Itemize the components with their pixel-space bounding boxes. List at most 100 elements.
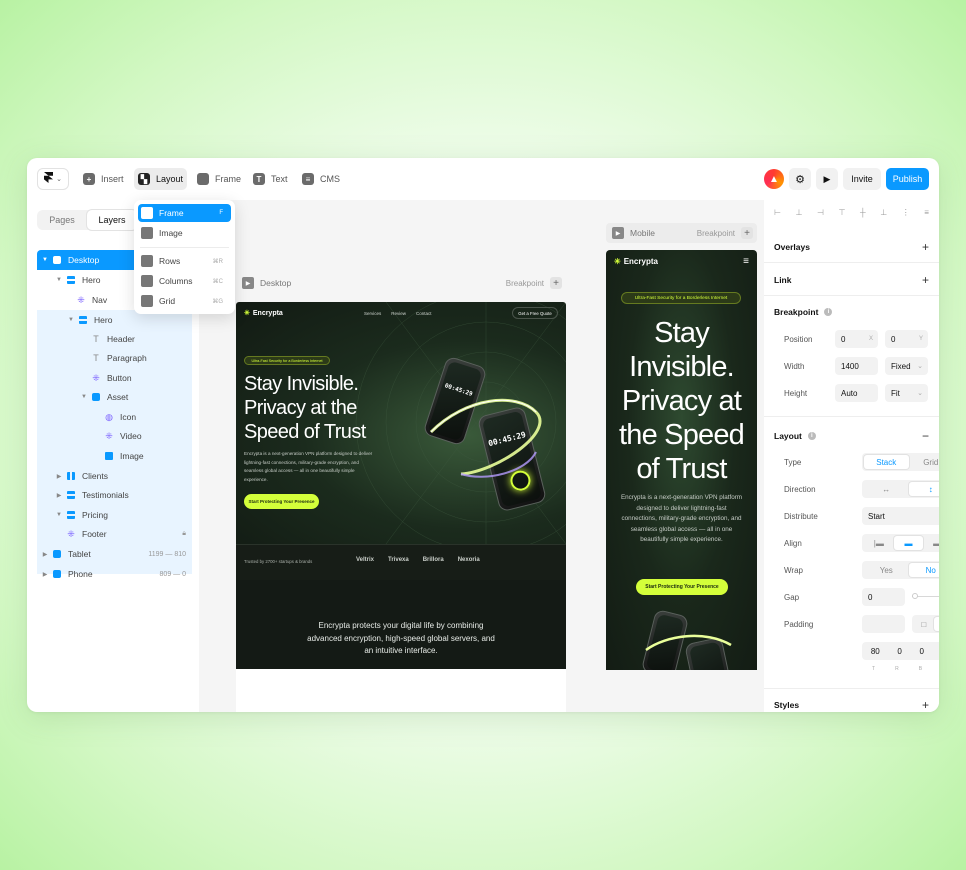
tab-layers[interactable]: Layers <box>87 210 137 230</box>
layer-pricing[interactable]: ▼ Pricing <box>37 505 192 525</box>
tab-pages[interactable]: Pages <box>37 210 87 230</box>
distribute-h-icon[interactable]: ⋮ <box>902 208 910 222</box>
chevron-right-icon[interactable]: ▶ <box>41 571 49 578</box>
section-title: Styles <box>774 700 800 710</box>
padding-individual-icon[interactable]: ⬚ <box>933 617 939 631</box>
padding-top-value[interactable]: 80 <box>871 647 880 656</box>
type-option-stack[interactable]: Stack <box>864 455 909 469</box>
chevron-down-icon[interactable]: ▼ <box>41 257 49 263</box>
menu-item-columns[interactable]: Columns ⌘C <box>138 272 231 290</box>
chevron-right-icon[interactable]: ▶ <box>55 492 63 499</box>
frame-tool[interactable]: Frame <box>193 168 245 190</box>
align-start-icon[interactable]: |▬ <box>864 536 894 550</box>
gap-input[interactable]: 0 <box>862 588 905 606</box>
play-icon[interactable]: ▶ <box>612 227 624 239</box>
add-breakpoint-icon[interactable]: + <box>550 277 562 289</box>
layer-image[interactable]: Image <box>37 446 192 466</box>
desktop-frame[interactable]: ✳ Encrypta Services Review Contact Get a… <box>236 302 566 712</box>
user-avatar[interactable]: ▲ <box>764 169 784 189</box>
type-option-grid[interactable]: Grid <box>909 455 940 469</box>
gap-slider[interactable] <box>912 593 939 599</box>
layer-paragraph[interactable]: T Paragraph <box>37 348 192 368</box>
menu-item-image[interactable]: Image <box>138 224 231 242</box>
layer-phone[interactable]: ▶ Phone 809 — 0 <box>37 564 192 584</box>
padding-uniform-icon[interactable]: □ <box>914 617 934 631</box>
padding-right-value[interactable]: 0 <box>897 647 901 656</box>
align-center-v-icon[interactable]: ┼ <box>860 208 866 222</box>
layer-icon[interactable]: ◍ Icon <box>37 407 192 427</box>
arrow-horizontal-icon[interactable]: ↔ <box>864 482 909 496</box>
add-breakpoint-icon[interactable]: + <box>741 227 753 239</box>
layer-video[interactable]: ⁜ Video <box>37 426 192 446</box>
menu-item-grid[interactable]: Grid ⌘G <box>138 292 231 310</box>
chevron-down-icon[interactable]: ▼ <box>80 394 88 400</box>
wrap-option-no[interactable]: No <box>908 563 939 577</box>
distribute-v-icon[interactable]: ≡ <box>924 208 929 222</box>
position-y-input[interactable]: 0 Y <box>885 330 928 348</box>
cms-tool[interactable]: ≡ CMS <box>298 168 344 190</box>
publish-button[interactable]: Publish <box>886 168 929 190</box>
desktop-breakpoint-bar[interactable]: ▶ Desktop Breakpoint + <box>236 273 566 293</box>
chevron-right-icon[interactable]: ▶ <box>41 551 49 558</box>
width-mode-select[interactable]: Fixed ⌄ <box>885 357 928 375</box>
position-x-input[interactable]: 0 X <box>835 330 878 348</box>
play-icon[interactable]: ▶ <box>242 277 254 289</box>
section-title: Overlays <box>774 242 810 252</box>
align-top-icon[interactable]: ⊤ <box>839 208 846 222</box>
align-bottom-icon[interactable]: ⊥ <box>880 208 887 222</box>
distribute-select[interactable]: Start ⌄ <box>862 507 939 525</box>
layer-footer[interactable]: ⁜ Footer 🔒︎ <box>37 524 192 544</box>
align-right-icon[interactable]: ⊣ <box>817 208 824 222</box>
add-icon[interactable]: + <box>922 698 929 712</box>
styles-section[interactable]: Styles + <box>774 698 929 712</box>
layer-clients[interactable]: ▶ Clients <box>37 466 192 486</box>
design-canvas[interactable]: ▶ Desktop Breakpoint + ✳ Encrypta Servic… <box>199 200 764 712</box>
settings-button[interactable]: ⚙ <box>789 168 811 190</box>
padding-sides-inputs[interactable]: 80 0 0 0 <box>862 642 939 660</box>
width-input[interactable]: 1400 <box>835 357 878 375</box>
breakpoint-label[interactable]: Breakpoint <box>697 229 735 238</box>
frame-icon <box>53 256 61 264</box>
menu-item-frame[interactable]: Frame F <box>138 204 231 222</box>
align-end-icon[interactable]: ▬| <box>923 536 939 550</box>
layer-asset[interactable]: ▼ Asset <box>37 387 192 407</box>
preview-button[interactable]: ▶ <box>816 168 838 190</box>
collapse-icon[interactable]: − <box>922 429 929 443</box>
text-tool[interactable]: T Text <box>249 168 292 190</box>
insert-tool[interactable]: + Insert <box>79 168 128 190</box>
info-icon[interactable]: i <box>824 308 833 316</box>
menu-item-rows[interactable]: Rows ⌘R <box>138 252 231 270</box>
layer-header[interactable]: T Header <box>37 329 192 349</box>
height-input[interactable]: Auto <box>835 384 878 402</box>
align-center-h-icon[interactable]: ⊥ <box>796 208 803 222</box>
add-icon[interactable]: + <box>922 240 929 254</box>
layer-tablet[interactable]: ▶ Tablet 1199 — 810 <box>37 544 192 564</box>
mobile-frame[interactable]: ✳ Encrypta ≡ Ultra-Fast Security for a B… <box>606 250 757 670</box>
overlays-section[interactable]: Overlays + <box>774 240 929 254</box>
layer-button[interactable]: ⁜ Button <box>37 368 192 388</box>
wrap-option-yes[interactable]: Yes <box>864 563 909 577</box>
padding-input[interactable] <box>862 615 905 633</box>
chevron-down-icon[interactable]: ▼ <box>67 317 75 323</box>
chevron-down-icon[interactable]: ▼ <box>55 512 63 518</box>
link-section[interactable]: Link + <box>774 273 929 287</box>
align-center-icon[interactable]: ▬ <box>893 536 924 550</box>
layout-tool[interactable]: ▚ Layout <box>134 168 188 190</box>
chevron-down-icon[interactable]: ▼ <box>55 277 63 283</box>
invite-button[interactable]: Invite <box>843 168 881 190</box>
chevron-right-icon[interactable]: ▶ <box>55 473 63 480</box>
info-icon[interactable]: i <box>807 432 816 440</box>
chevron-down-icon: ⌄ <box>917 363 923 370</box>
add-icon[interactable]: + <box>922 273 929 287</box>
padding-bottom-value[interactable]: 0 <box>920 647 924 656</box>
layer-label: Hero <box>82 275 101 285</box>
slider-handle[interactable] <box>912 593 918 599</box>
breakpoint-label[interactable]: Breakpoint <box>506 279 544 288</box>
chevron-down-icon: ⌄ <box>56 176 62 183</box>
app-menu-button[interactable]: ⌄ <box>37 168 69 190</box>
arrow-vertical-icon[interactable]: ↕ <box>908 482 939 496</box>
align-left-icon[interactable]: ⊢ <box>774 208 781 222</box>
height-mode-select[interactable]: Fit ⌄ <box>885 384 928 402</box>
layer-testimonials[interactable]: ▶ Testimonials <box>37 485 192 505</box>
mobile-breakpoint-bar[interactable]: ▶ Mobile Breakpoint + <box>606 223 757 243</box>
